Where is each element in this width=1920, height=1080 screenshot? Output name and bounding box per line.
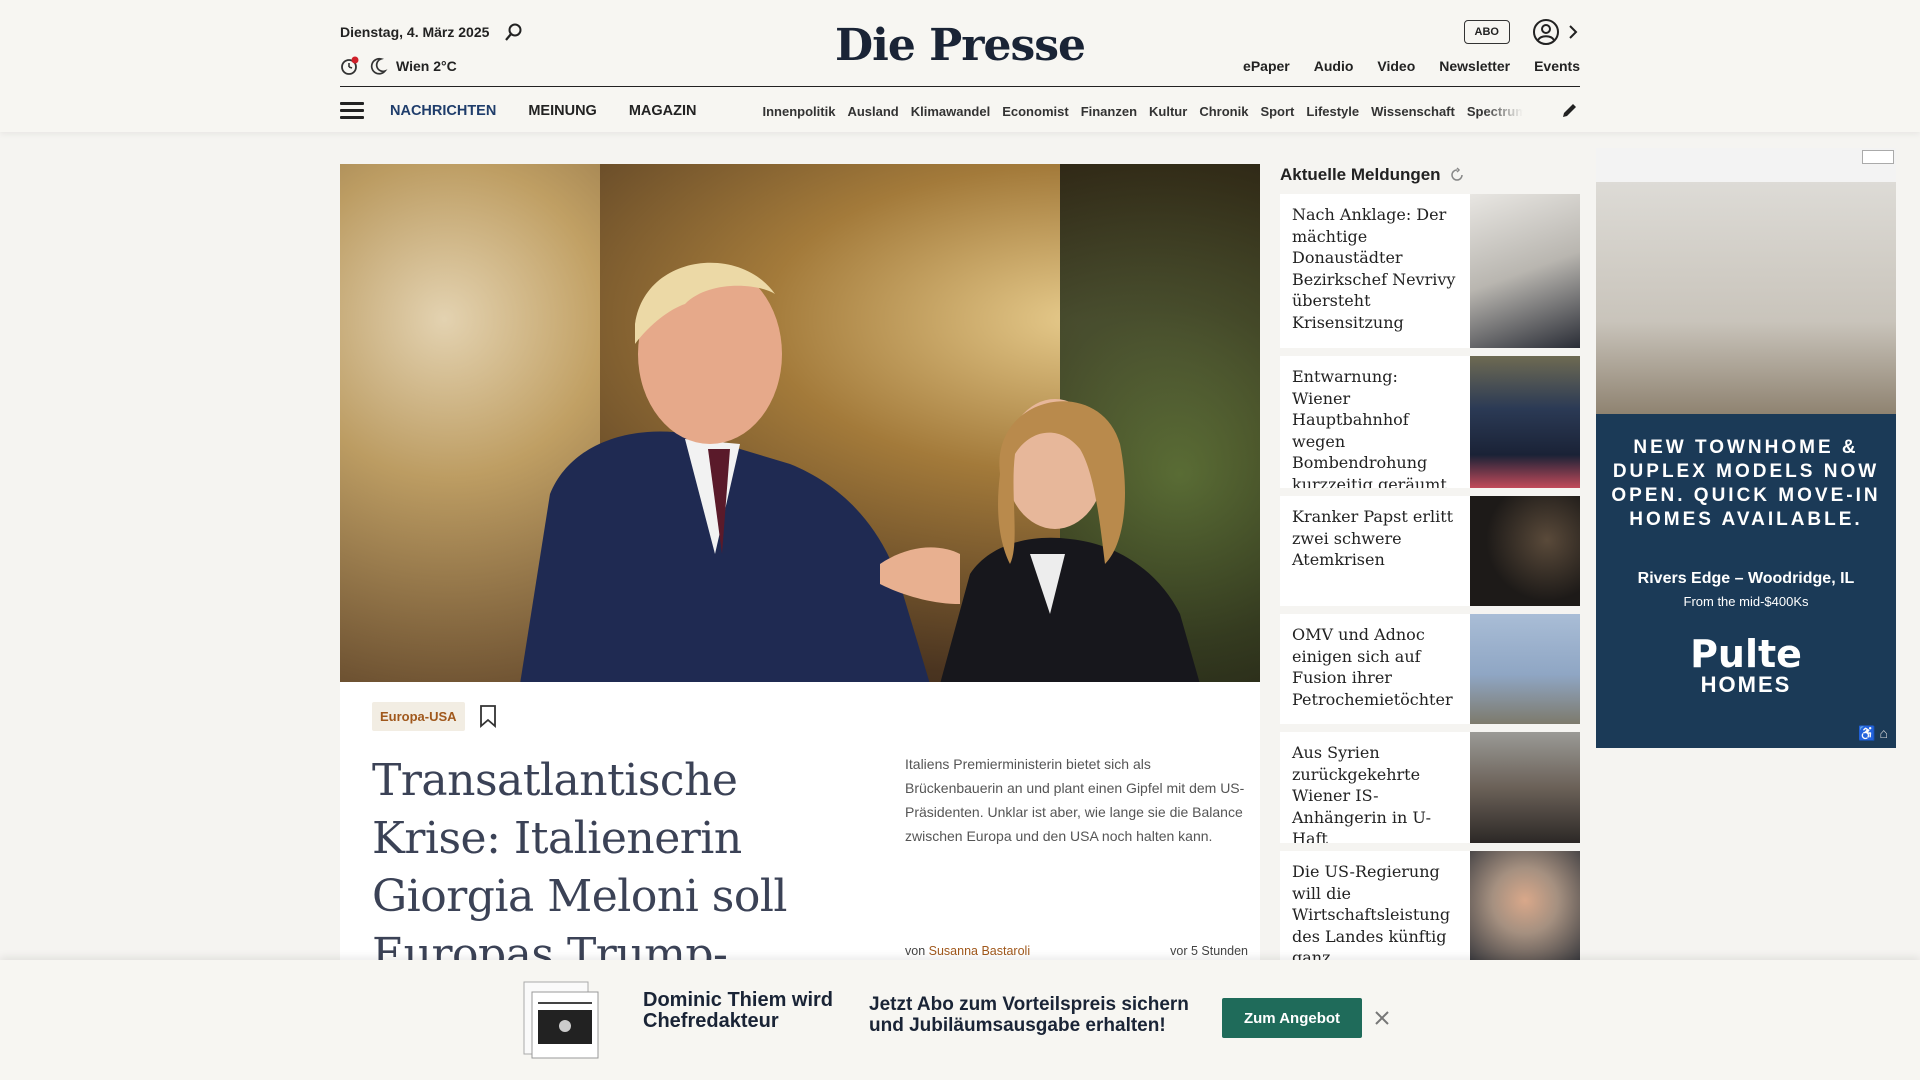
article-timestamp: vor 5 Stunden <box>1170 944 1248 958</box>
nav-meinung[interactable]: MEINUNG <box>528 103 596 119</box>
news-item[interactable]: Kranker Papst erlitt zwei schwere Atemkr… <box>1280 496 1580 606</box>
subnav-chronik[interactable]: Chronik <box>1199 104 1248 119</box>
sub-sections: Innenpolitik Ausland Klimawandel Economi… <box>763 103 1523 119</box>
article-author[interactable]: Susanna Bastaroli <box>929 944 1030 958</box>
news-item-title: Entwarnung: Wiener Hauptbahnhof wegen Bo… <box>1292 367 1447 488</box>
news-item-thumbnail <box>1470 356 1580 488</box>
advertisement-banner[interactable]: NEW TOWNHOME & DUPLEX MODELS NOW OPEN. Q… <box>1596 148 1896 748</box>
news-item-thumbnail <box>1470 194 1580 348</box>
refresh-icon[interactable] <box>1449 167 1465 183</box>
accessibility-icon: ♿ ⌂ <box>1858 725 1888 741</box>
toplink-audio[interactable]: Audio <box>1314 58 1354 74</box>
promo-offer-button[interactable]: Zum Angebot <box>1222 998 1362 1038</box>
subnav-sport[interactable]: Sport <box>1260 104 1294 119</box>
ad-brand-sub: HOMES <box>1700 672 1792 697</box>
ad-brand-name: Pulte <box>1690 632 1802 676</box>
news-item[interactable]: OMV und Adnoc einigen sich auf Fusion ih… <box>1280 614 1580 724</box>
hamburger-menu-icon[interactable] <box>340 101 364 121</box>
article-category-tag[interactable]: Europa-USA <box>372 702 465 731</box>
subnav-innenpolitik[interactable]: Innenpolitik <box>763 104 836 119</box>
news-item-title: Kranker Papst erlitt zwei schwere Atemkr… <box>1292 507 1454 569</box>
ad-choices-close-icon[interactable] <box>1862 150 1894 164</box>
nav-nachrichten[interactable]: NACHRICHTEN <box>390 103 496 119</box>
hero-figure-man <box>520 262 960 682</box>
ad-top-strip <box>1596 148 1896 182</box>
lead-article: Europa-USA Transatlantische Krise: Itali… <box>340 682 1260 1038</box>
close-icon[interactable] <box>1372 1008 1392 1028</box>
abo-button[interactable]: ABO <box>1463 20 1510 44</box>
nav-magazin[interactable]: MAGAZIN <box>629 103 697 119</box>
newspaper-icon <box>523 981 599 1059</box>
news-item-title: Aus Syrien zurückgekehrte Wiener IS-Anhä… <box>1292 743 1431 843</box>
user-account-icon[interactable] <box>1532 18 1560 46</box>
subnav-klimawandel[interactable]: Klimawandel <box>911 104 990 119</box>
toplink-epaper[interactable]: ePaper <box>1243 58 1290 74</box>
hero-figure-woman <box>940 399 1200 682</box>
ad-price: From the mid-$400Ks <box>1683 594 1809 609</box>
primary-sections: NACHRICHTEN MEINUNG MAGAZIN <box>390 103 697 119</box>
promo-text: Jetzt Abo zum Vorteilspreis sichern und … <box>869 994 1189 1036</box>
subnav-wissenschaft[interactable]: Wissenschaft <box>1371 104 1455 119</box>
subnav-lifestyle[interactable]: Lifestyle <box>1306 104 1359 119</box>
article-teaser: Italiens Premierministerin bietet sich a… <box>905 756 1245 844</box>
ad-interior-photo <box>1596 182 1896 414</box>
news-item-title: Die US-Regierung will die Wirtschaftslei… <box>1292 862 1451 961</box>
subnav-spectrum[interactable]: Spectrum <box>1467 104 1523 119</box>
news-item-thumbnail <box>1470 732 1580 843</box>
ad-brand-logo: Pulte HOMES <box>1596 632 1896 698</box>
news-item-thumbnail <box>1470 851 1580 961</box>
top-links: ePaper Audio Video Newsletter Events <box>1243 58 1580 74</box>
ad-location: Rivers Edge – Woodridge, IL <box>1637 570 1855 587</box>
pencil-icon[interactable] <box>1560 100 1580 120</box>
chevron-right-icon[interactable] <box>1566 22 1580 42</box>
latest-news-title: Aktuelle Meldungen <box>1280 165 1465 185</box>
subscription-promo-bar: Dominic Thiem wird Chefredakteur Jetzt A… <box>0 960 1920 1080</box>
news-item[interactable]: Nach Anklage: Der mächtige Donaustädter … <box>1280 194 1580 348</box>
byline-prefix: von <box>905 944 926 958</box>
subnav-finanzen[interactable]: Finanzen <box>1081 104 1137 119</box>
latest-news-label: Aktuelle Meldungen <box>1280 165 1441 184</box>
news-item-title: OMV und Adnoc einigen sich auf Fusion ih… <box>1292 625 1453 709</box>
subnav-kultur[interactable]: Kultur <box>1149 104 1187 119</box>
subnav-ausland[interactable]: Ausland <box>847 104 898 119</box>
site-header: Dienstag, 4. März 2025 Wien 2°C Die Pres… <box>0 0 1920 132</box>
bookmark-icon[interactable] <box>478 704 498 728</box>
main-navigation: NACHRICHTEN MEINUNG MAGAZIN Innenpolitik… <box>340 96 1580 126</box>
toplink-video[interactable]: Video <box>1377 58 1415 74</box>
news-item[interactable]: Aus Syrien zurückgekehrte Wiener IS-Anhä… <box>1280 732 1580 843</box>
toplink-newsletter[interactable]: Newsletter <box>1439 58 1510 74</box>
ad-headline: NEW TOWNHOME & DUPLEX MODELS NOW OPEN. Q… <box>1611 437 1881 530</box>
news-item[interactable]: Entwarnung: Wiener Hauptbahnhof wegen Bo… <box>1280 356 1580 488</box>
promo-title: Dominic Thiem wird Chefredakteur <box>643 989 834 1032</box>
subnav-economist[interactable]: Economist <box>1002 104 1068 119</box>
header-inner: Dienstag, 4. März 2025 Wien 2°C Die Pres… <box>340 0 1580 132</box>
header-divider <box>340 86 1580 87</box>
news-item-title: Nach Anklage: Der mächtige Donaustädter … <box>1292 205 1456 332</box>
article-byline: von Susanna Bastaroli <box>905 944 1030 958</box>
latest-news-list: Nach Anklage: Der mächtige Donaustädter … <box>1280 194 1580 969</box>
toplink-events[interactable]: Events <box>1534 58 1580 74</box>
news-item[interactable]: Die US-Regierung will die Wirtschaftslei… <box>1280 851 1580 961</box>
news-item-thumbnail <box>1470 614 1580 724</box>
news-item-thumbnail <box>1470 496 1580 606</box>
hero-image[interactable] <box>340 164 1260 682</box>
